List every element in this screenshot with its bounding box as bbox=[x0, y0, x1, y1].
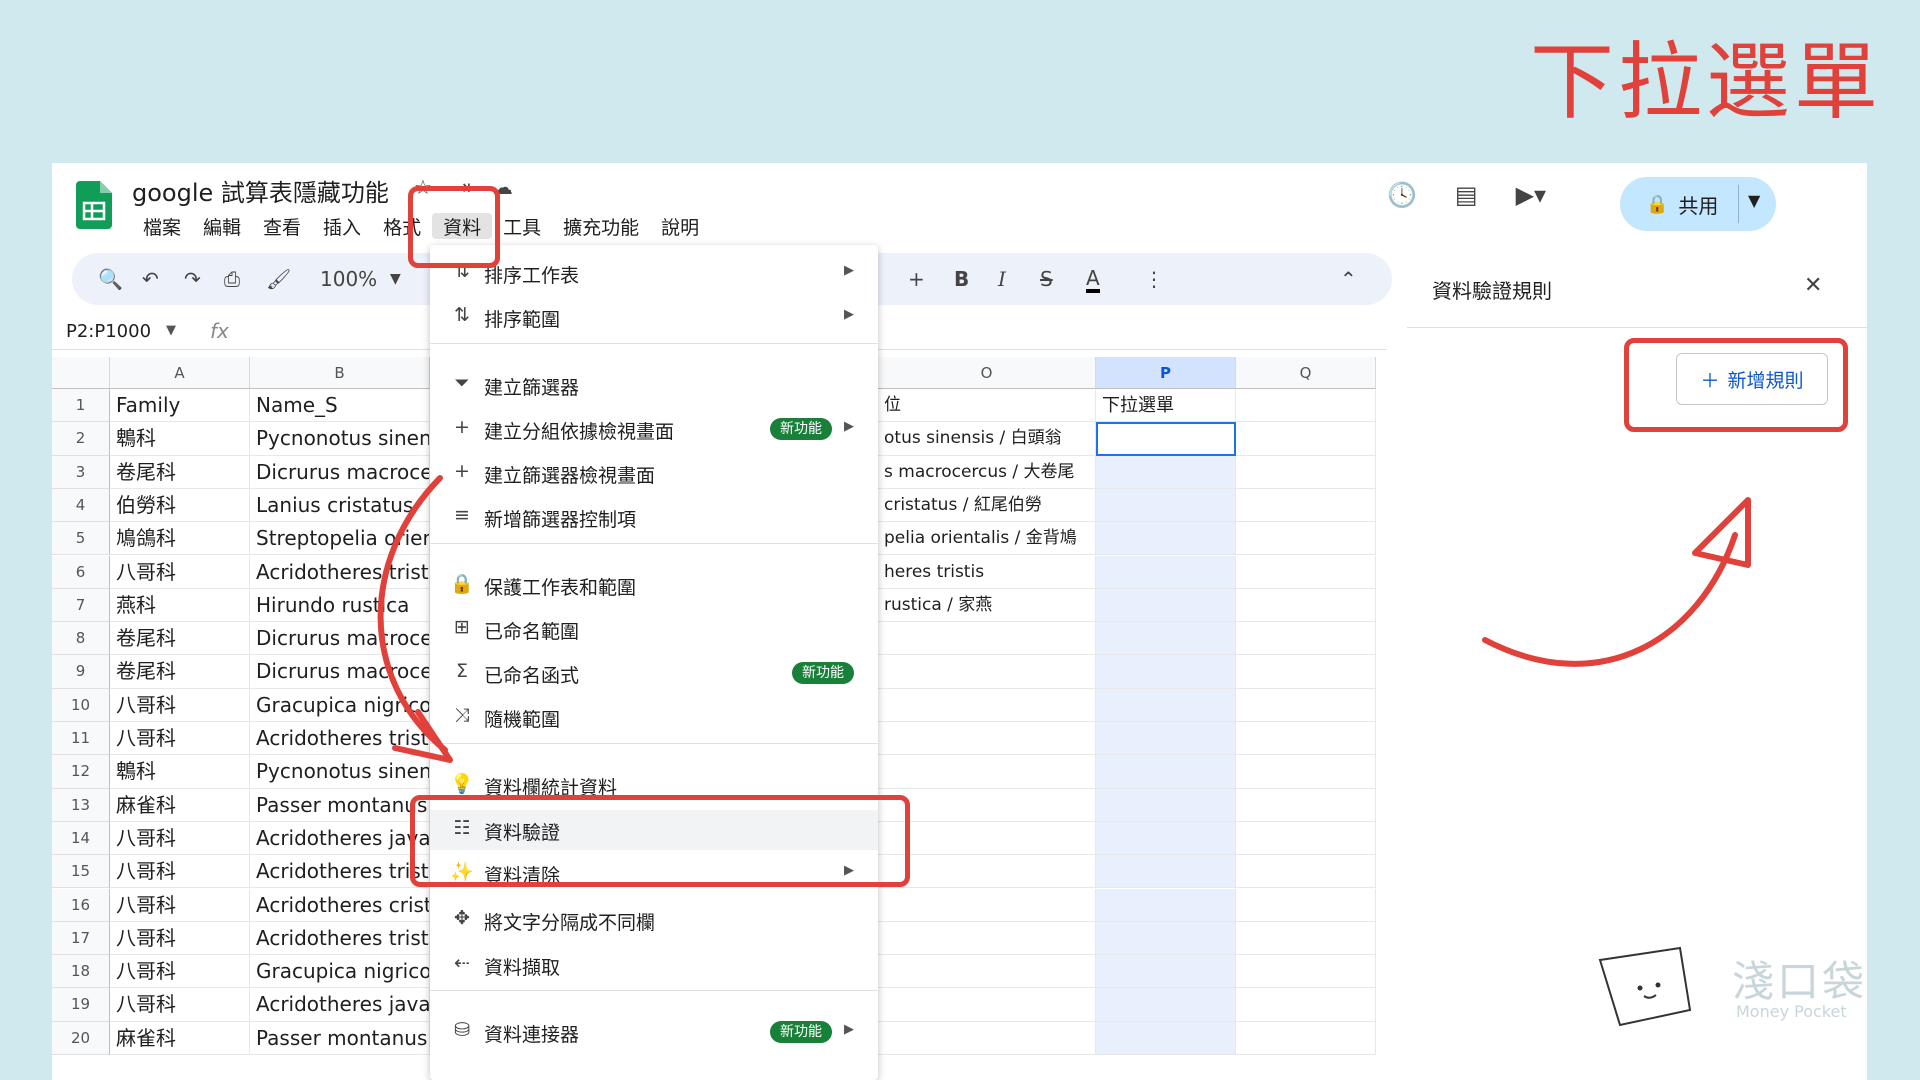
watermark-title: 淺口袋 bbox=[1732, 957, 1868, 1006]
watermark: 淺口袋 Money Pocket bbox=[1580, 940, 1880, 1040]
annotation-arrows bbox=[377, 475, 1751, 763]
watermark-subtitle: Money Pocket bbox=[1736, 1002, 1847, 1021]
pocket-logo-icon bbox=[1598, 946, 1692, 1027]
